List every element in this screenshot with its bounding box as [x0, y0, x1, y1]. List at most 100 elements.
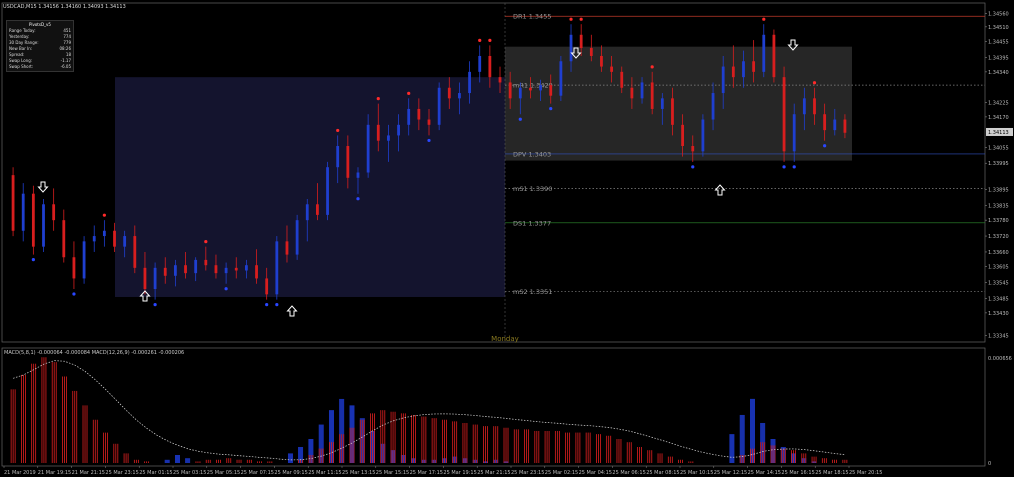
candle-body	[72, 257, 76, 279]
price-tick-label: 1.33605	[988, 265, 1009, 271]
candle-body	[752, 61, 756, 72]
price-tick-label: 1.34170	[988, 115, 1009, 121]
candle-body	[346, 146, 350, 178]
price-tick-label: 1.33545	[988, 280, 1009, 286]
candle-body	[813, 98, 816, 115]
candle-body	[569, 34, 573, 62]
candle-body	[163, 267, 167, 276]
price-tick-label: 1.33345	[988, 333, 1009, 339]
candle-body	[782, 77, 786, 152]
candle-body	[579, 34, 583, 49]
price-tick-label: 1.33780	[988, 218, 1009, 224]
time-tick-label: 25 Mar 03:15	[173, 470, 206, 476]
candle-body	[153, 267, 157, 290]
candle-body	[305, 204, 309, 221]
price-tick-label: 1.33660	[988, 250, 1009, 256]
pivot-label-ds1: DS1 1.3377	[513, 219, 551, 227]
candle-body	[660, 98, 664, 109]
price-chart[interactable]: MondayDR1 1.3455mR1 1.3429DPV 1.3403mS1 …	[0, 0, 1014, 477]
day-label: Monday	[491, 335, 519, 343]
price-tick-label: 1.34510	[988, 25, 1009, 31]
candle-body	[549, 85, 553, 96]
candle-body	[721, 66, 725, 94]
pivot-label-ms1: mS1 1.3390	[513, 185, 552, 193]
price-tick-label: 1.33995	[988, 161, 1009, 167]
candle-body	[244, 265, 248, 271]
candle-body	[447, 87, 451, 99]
candle-body	[488, 55, 492, 78]
fractal-dot-down	[265, 303, 269, 307]
price-tick-label: 1.33485	[988, 296, 1009, 302]
macd-axis-label: 0	[988, 461, 991, 467]
candle-body	[387, 135, 390, 141]
candle-body	[123, 236, 127, 247]
candle-body	[356, 172, 360, 178]
candle-body	[650, 82, 654, 109]
candle-body	[265, 278, 269, 295]
time-tick-label: 25 Mar 13:15	[342, 470, 375, 476]
candle-body	[772, 34, 776, 78]
time-tick-label: 21 Mar 2019	[4, 470, 36, 476]
candle-body	[133, 236, 137, 268]
time-tick-label: 25 Mar 23:15	[511, 470, 544, 476]
candle-body	[508, 82, 512, 99]
time-tick-label: 25 Mar 23:15	[105, 470, 138, 476]
candle-body	[92, 236, 96, 242]
candle-body	[427, 119, 431, 125]
macd-axis-label: 0.000656	[988, 356, 1012, 362]
fractal-dot-down	[356, 197, 360, 201]
price-tick-label: 1.34055	[988, 145, 1009, 151]
time-tick-label: 25 Mar 17:15	[410, 470, 443, 476]
pivot-label-ms2: mS2 1.3351	[513, 288, 552, 296]
fractal-dot-down	[224, 287, 228, 291]
current-day-range-box	[505, 46, 852, 161]
candle-body	[701, 119, 705, 152]
price-tick-label: 1.34340	[988, 70, 1009, 76]
candle-body	[711, 93, 715, 120]
candle-body	[407, 108, 411, 125]
fractal-dot-up	[407, 91, 411, 95]
fractal-dot-up	[650, 65, 654, 69]
time-tick-label: 25 Mar 11:15	[308, 470, 341, 476]
pivots-info-box: PivotsD_v5 Range Today: 451 Yesterday: 774 3…	[6, 20, 74, 72]
price-tick-label: 1.33835	[988, 204, 1009, 210]
candle-body	[336, 146, 340, 168]
fractal-dot-down	[518, 117, 522, 121]
time-tick-label: 25 Mar 02:15	[545, 470, 578, 476]
time-tick-label: 25 Mar 12:15	[714, 470, 747, 476]
fractal-dot-up	[488, 38, 492, 42]
candle-body	[234, 267, 238, 271]
candle-body	[559, 61, 563, 96]
candle-body	[833, 119, 837, 131]
time-tick-label: 25 Mar 07:15	[241, 470, 274, 476]
time-tick-label: 25 Mar 19:15	[443, 470, 476, 476]
fractal-dot-up	[204, 240, 208, 244]
fractal-dot-up	[336, 128, 340, 133]
current-price-label: 1.34113	[988, 130, 1009, 136]
candle-body	[802, 98, 806, 115]
candle-body	[62, 220, 66, 258]
candle-body	[366, 124, 370, 173]
candle-body	[691, 146, 695, 152]
candle-body	[214, 265, 218, 274]
fractal-dot-up	[812, 81, 817, 85]
candle-body	[742, 61, 745, 78]
candle-body	[600, 55, 603, 67]
price-tick-label: 1.33720	[988, 234, 1009, 240]
pivot-label-dpv: DPV 1.3403	[513, 150, 551, 158]
price-tick-label: 1.34225	[988, 100, 1009, 106]
candle-body	[173, 265, 177, 276]
pivot-label-dr1: DR1 1.3455	[513, 13, 551, 21]
candle-body	[468, 71, 471, 94]
time-tick-label: 25 Mar 05:15	[207, 470, 240, 476]
fractal-dot-down	[153, 303, 157, 307]
price-tick-label: 1.34560	[988, 12, 1009, 18]
candle-body	[518, 87, 522, 99]
candle-body	[823, 114, 827, 131]
time-tick-label: 25 Mar 04:15	[579, 470, 612, 476]
candle-body	[295, 220, 299, 255]
fractal-dot-down	[691, 165, 695, 169]
fractal-dot-up	[102, 213, 106, 217]
time-tick-label: 21 Mar 21:15	[72, 470, 105, 476]
time-tick-label: 25 Mar 06:15	[612, 470, 645, 476]
